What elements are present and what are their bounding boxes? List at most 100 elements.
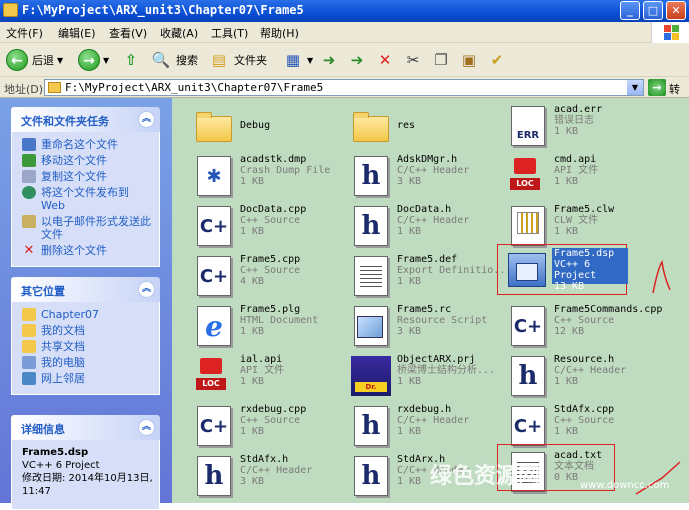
views-button[interactable]: ▦ ▼ — [282, 47, 313, 73]
header-file-icon: h — [190, 452, 238, 500]
globe-icon — [22, 186, 36, 199]
file-name: Frame5.rc — [397, 304, 452, 315]
cut-button[interactable]: ✂ — [402, 47, 424, 73]
api-file-icon: LOC — [190, 352, 238, 400]
address-bar: 地址(D) F:\MyProject\ARX_unit3\Chapter07\F… — [0, 77, 689, 112]
header-file-icon: h — [347, 402, 395, 450]
forward-button[interactable]: → ▼ — [78, 47, 109, 73]
details-filename: Frame5.dsp — [22, 447, 89, 458]
menu-help[interactable]: 帮助(H) — [260, 25, 299, 41]
place-my-computer[interactable]: 我的电脑 — [22, 356, 153, 369]
place-my-documents[interactable]: 我的文档 — [22, 324, 153, 337]
file-type: C++ Source — [240, 415, 301, 426]
crash-dump-icon: ✱ — [190, 152, 238, 200]
file-size: 1 KB — [397, 376, 422, 387]
details-header[interactable]: 详细信息 ︽ — [11, 415, 160, 440]
title-bar: F:\MyProject\ARX_unit3\Chapter07\Frame5 … — [0, 0, 689, 22]
task-label: 复制这个文件 — [41, 170, 107, 183]
up-button[interactable]: ⇧ — [120, 47, 142, 73]
folders-label: 文件夹 — [234, 54, 267, 67]
computer-icon — [22, 356, 36, 369]
back-arrow-icon: ← — [6, 49, 28, 71]
paste-button[interactable]: ▣ — [458, 47, 480, 73]
file-size: 1 KB — [554, 126, 579, 137]
file-size: 4 KB — [240, 276, 265, 287]
task-copy[interactable]: 复制这个文件 — [22, 170, 153, 183]
task-rename[interactable]: 重命名这个文件 — [22, 138, 153, 151]
file-type: C/C++ Header — [397, 165, 470, 176]
text-document-icon — [347, 252, 395, 300]
file-name: ObjectARX.prj — [397, 354, 476, 365]
folders-button[interactable]: ▤ 文件夹 — [208, 47, 267, 73]
collapse-icon[interactable]: ︽ — [138, 419, 155, 436]
address-input[interactable]: F:\MyProject\ARX_unit3\Chapter07\Frame5 … — [44, 79, 644, 96]
properties-button[interactable]: ✔ — [486, 47, 508, 73]
file-size: 1 KB — [397, 226, 422, 237]
address-text: F:\MyProject\ARX_unit3\Chapter07\Frame5 — [65, 81, 324, 94]
copy-to-button[interactable]: ➔ — [346, 47, 368, 73]
cpp-file-icon: C+ — [504, 302, 552, 350]
search-label: 搜索 — [176, 54, 198, 67]
file-size: 1 KB — [240, 176, 265, 187]
menu-file[interactable]: 文件(F) — [6, 25, 43, 41]
place-chapter07[interactable]: Chapter07 — [22, 308, 153, 321]
task-publish-web[interactable]: 将这个文件发布到 Web — [22, 186, 153, 212]
folder-icon — [22, 340, 36, 353]
place-shared-documents[interactable]: 共享文档 — [22, 340, 153, 353]
menu-view[interactable]: 查看(V) — [109, 25, 147, 41]
other-places-panel: 其它位置 ︽ Chapter07 我的文档 共享文档 我的电脑 网上邻居 — [11, 277, 160, 395]
file-name: Frame5.dsp — [554, 248, 615, 259]
back-button[interactable]: ← 后退 ▼ — [6, 47, 63, 73]
place-network[interactable]: 网上邻居 — [22, 372, 153, 385]
chevron-down-icon: ▼ — [57, 55, 64, 65]
file-name: rxdebug.cpp — [240, 404, 307, 415]
window-title: F:\MyProject\ARX_unit3\Chapter07\Frame5 — [22, 3, 304, 17]
internet-explorer-icon: e — [190, 302, 238, 350]
menu-favorites[interactable]: 收藏(A) — [160, 25, 198, 41]
task-pane: 文件和文件夹任务 ︽ 重命名这个文件 移动这个文件 复制这个文件 将这个文件发布… — [0, 98, 172, 510]
header-file-icon: h — [504, 352, 552, 400]
file-list: Debug res ERR acad.err 错误日志 1 KB ✱ acadstk… — [172, 98, 689, 503]
file-type: Export Definitio... — [397, 265, 512, 276]
task-label: 以电子邮件形式发送此文件 — [41, 215, 151, 241]
file-type: C++ Source — [240, 215, 301, 226]
maximize-button[interactable]: □ — [643, 1, 663, 20]
other-places-header[interactable]: 其它位置 ︽ — [11, 277, 160, 302]
search-button[interactable]: 🔍 搜索 — [150, 47, 198, 73]
menu-edit[interactable]: 编辑(E) — [58, 25, 96, 41]
file-size: 1 KB — [240, 376, 265, 387]
collapse-icon[interactable]: ︽ — [138, 111, 155, 128]
task-label: 移动这个文件 — [41, 154, 107, 167]
task-move[interactable]: 移动这个文件 — [22, 154, 153, 167]
task-delete[interactable]: ✕ 删除这个文件 — [22, 244, 153, 257]
file-type: Crash Dump File — [240, 165, 331, 176]
file-item-frame5-dsp[interactable]: Frame5.dsp VC++ 6 Project 13 KB — [497, 244, 628, 295]
move-to-button[interactable]: ➜ — [318, 47, 340, 73]
email-icon — [22, 215, 36, 228]
file-size: 1 KB — [554, 426, 579, 437]
copy-to-icon: ➔ — [350, 51, 364, 69]
copy-button[interactable]: ❐ — [430, 47, 452, 73]
scissors-icon: ✂ — [406, 51, 420, 69]
folders-icon: ▤ — [211, 51, 227, 69]
file-size: 3 KB — [240, 476, 265, 487]
task-email[interactable]: 以电子邮件形式发送此文件 — [22, 215, 153, 241]
file-name: AdskDMgr.h — [397, 154, 458, 165]
file-size: 3 KB — [397, 326, 422, 337]
file-type: CLW 文件 — [554, 215, 599, 226]
views-icon: ▦ — [285, 51, 301, 69]
paste-icon: ▣ — [461, 51, 477, 69]
address-dropdown-button[interactable]: ▼ — [627, 80, 643, 95]
minimize-button[interactable]: _ — [620, 1, 640, 20]
file-name: DocData.h — [397, 204, 452, 215]
details-modified: 修改日期: 2014年10月13日, 11:47 — [22, 473, 153, 497]
file-tasks-header[interactable]: 文件和文件夹任务 ︽ — [11, 107, 160, 132]
file-type: VC++ 6 Project — [554, 259, 597, 281]
collapse-icon[interactable]: ︽ — [138, 281, 155, 298]
menu-tools[interactable]: 工具(T) — [211, 25, 248, 41]
delete-button[interactable]: ✕ — [374, 47, 396, 73]
file-size: 1 KB — [240, 326, 265, 337]
close-button[interactable]: ✕ — [666, 1, 686, 20]
go-button[interactable]: → — [648, 79, 666, 96]
folder-icon — [22, 308, 36, 321]
